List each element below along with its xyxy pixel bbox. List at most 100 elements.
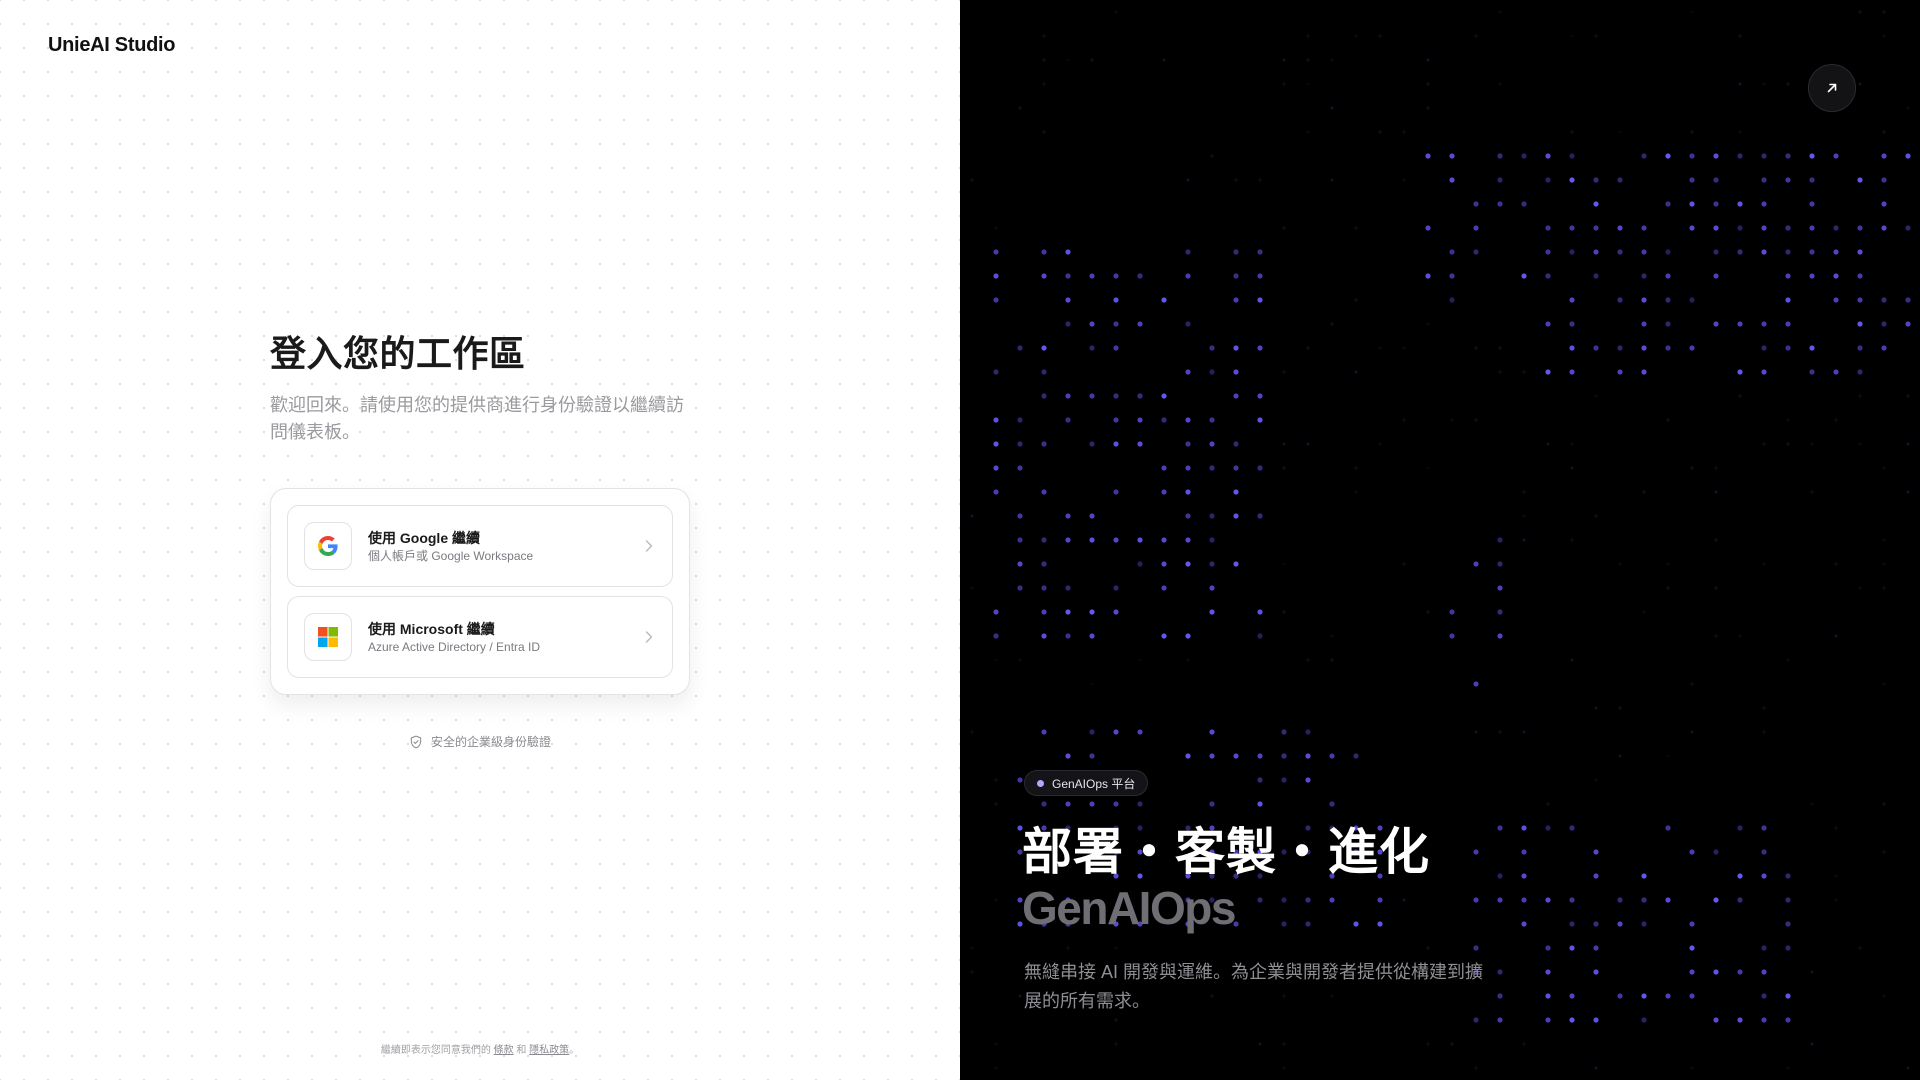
background-dot xyxy=(1354,298,1358,302)
background-dot xyxy=(1305,753,1311,759)
background-dot xyxy=(1497,561,1503,567)
background-dot xyxy=(1834,826,1838,830)
background-dot xyxy=(1810,442,1814,446)
background-dot xyxy=(1569,897,1575,903)
hero-title: 部署・客製・進化 xyxy=(1022,824,1430,880)
external-link-button[interactable] xyxy=(1808,64,1856,112)
background-dot xyxy=(994,658,998,662)
background-dot xyxy=(1498,370,1502,374)
background-dot xyxy=(1594,514,1598,518)
background-dot xyxy=(1041,249,1047,255)
background-dot xyxy=(1761,873,1767,879)
background-dot xyxy=(1641,153,1647,159)
background-dot xyxy=(1521,849,1527,855)
background-dot xyxy=(1809,153,1815,159)
background-dot xyxy=(1282,442,1286,446)
background-dot xyxy=(1233,561,1239,567)
background-dot xyxy=(1809,201,1815,207)
background-dot xyxy=(1473,681,1479,687)
background-dot xyxy=(1713,897,1719,903)
terms-link[interactable]: 條款 xyxy=(494,1045,514,1056)
background-dot xyxy=(1113,273,1119,279)
background-dot xyxy=(1305,729,1311,735)
background-dot xyxy=(1881,225,1887,231)
brand-logo[interactable]: UnieAI Studio xyxy=(48,34,176,57)
background-dot xyxy=(1689,297,1695,303)
background-dot xyxy=(1641,897,1647,903)
background-dot xyxy=(1882,562,1886,566)
background-dot xyxy=(1305,777,1311,783)
microsoft-logo-icon xyxy=(304,613,352,661)
privacy-link[interactable]: 隱私政策 xyxy=(529,1045,569,1056)
background-dot xyxy=(1017,561,1023,567)
background-dot xyxy=(1089,513,1095,519)
background-dot xyxy=(1185,489,1191,495)
background-dot xyxy=(1042,34,1046,38)
background-dot xyxy=(1737,225,1743,231)
background-dot xyxy=(1257,513,1263,519)
google-signin-button[interactable]: 使用 Google 繼續 個人帳戶或 Google Workspace xyxy=(287,505,673,587)
background-dot xyxy=(1761,321,1767,327)
background-dot xyxy=(1497,153,1503,159)
background-dot xyxy=(1641,993,1647,999)
background-dot xyxy=(1785,297,1791,303)
background-dot xyxy=(1065,513,1071,519)
background-dot xyxy=(1041,561,1047,567)
page-title: 登入您的工作區 xyxy=(270,333,526,374)
background-dot xyxy=(1138,658,1142,662)
background-dot xyxy=(1354,34,1358,38)
background-dot xyxy=(1065,585,1071,591)
background-dot xyxy=(1233,273,1239,279)
background-dot xyxy=(1089,345,1095,351)
background-dot xyxy=(1257,801,1263,807)
background-dot xyxy=(1857,273,1863,279)
background-dot xyxy=(1665,345,1671,351)
background-dot xyxy=(1354,226,1358,230)
chevron-right-icon xyxy=(642,539,656,553)
background-dot xyxy=(1593,873,1599,879)
background-dot xyxy=(1809,273,1815,279)
background-dot xyxy=(993,465,999,471)
background-dot xyxy=(1330,178,1334,182)
background-dot xyxy=(1617,249,1623,255)
background-dot xyxy=(994,1042,998,1046)
background-dot xyxy=(1257,633,1263,639)
background-dot xyxy=(1497,873,1503,879)
background-dot xyxy=(1378,442,1382,446)
background-dot xyxy=(1834,634,1838,638)
background-dot xyxy=(1689,969,1695,975)
background-dot xyxy=(1089,441,1095,447)
background-dot xyxy=(1041,441,1047,447)
background-dot xyxy=(1666,754,1670,758)
background-dot xyxy=(1738,394,1742,398)
background-dot xyxy=(1354,466,1358,470)
background-dot xyxy=(1617,993,1623,999)
background-dot xyxy=(1137,417,1143,423)
background-dot xyxy=(1881,153,1887,159)
background-dot xyxy=(1497,1017,1503,1023)
background-dot xyxy=(1593,345,1599,351)
microsoft-signin-button[interactable]: 使用 Microsoft 繼續 Azure Active Directory /… xyxy=(287,596,673,678)
background-dot xyxy=(1737,201,1743,207)
background-dot xyxy=(1234,178,1238,182)
background-dot xyxy=(1378,34,1382,38)
background-dot xyxy=(1617,369,1623,375)
background-dot xyxy=(1497,177,1503,183)
background-dot xyxy=(1305,921,1311,927)
background-dot xyxy=(1449,177,1455,183)
background-dot xyxy=(1257,273,1263,279)
background-dot xyxy=(1689,201,1695,207)
background-dot xyxy=(1569,345,1575,351)
background-dot xyxy=(1161,417,1167,423)
background-dot xyxy=(1137,561,1143,567)
background-dot xyxy=(1473,897,1479,903)
background-dot xyxy=(1713,969,1719,975)
background-dot xyxy=(1882,586,1886,590)
background-dot xyxy=(1282,610,1286,614)
background-dot xyxy=(1473,1017,1479,1023)
background-dot xyxy=(1905,225,1911,231)
background-dot xyxy=(1378,130,1382,134)
hero-description: 無縫串接 AI 開發與運維。為企業與開發者提供從構建到擴展的所有需求。 xyxy=(1024,962,1484,1011)
background-dot xyxy=(1402,130,1406,134)
background-dot xyxy=(1905,153,1911,159)
